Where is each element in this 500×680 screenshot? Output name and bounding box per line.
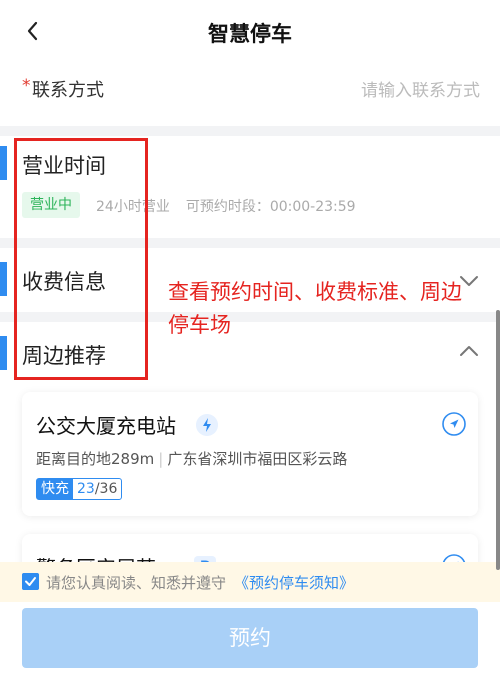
contact-row[interactable]: * 联系方式 请输入联系方式 bbox=[0, 64, 500, 126]
footer: 预约 bbox=[0, 602, 500, 680]
available-count: 23 bbox=[77, 481, 95, 497]
checkbox-checked-icon[interactable] bbox=[22, 573, 39, 590]
top-header: 智慧停车 bbox=[0, 0, 500, 64]
station-location: 广东省深圳市福田区彩云路 bbox=[167, 450, 348, 468]
scrollbar[interactable] bbox=[496, 310, 500, 570]
charger-availability: 快充 23/36 bbox=[36, 478, 123, 500]
total-count: /36 bbox=[94, 481, 118, 497]
section-accent-bar bbox=[0, 146, 7, 180]
agreement-text: 请您认真阅读、知悉并遵守 《预约停车须知》 bbox=[46, 572, 354, 593]
annotation-highlight-box bbox=[14, 138, 148, 380]
chevron-up-icon[interactable] bbox=[458, 344, 480, 358]
agreement-link[interactable]: 《预约停车须知》 bbox=[234, 574, 354, 592]
required-mark: * bbox=[22, 76, 31, 96]
section-accent-bar bbox=[0, 336, 7, 370]
reserve-button[interactable]: 预约 bbox=[22, 608, 478, 668]
contact-input[interactable]: 请输入联系方式 bbox=[361, 76, 480, 101]
page-title: 智慧停车 bbox=[208, 22, 292, 46]
navigate-icon[interactable] bbox=[442, 412, 466, 436]
annotation-text: 查看预约时间、收费标准、周边停车场 bbox=[168, 280, 462, 337]
agreement-label: 请您认真阅读、知悉并遵守 bbox=[46, 574, 227, 592]
lightning-icon bbox=[196, 414, 218, 436]
station-name: 公交大厦充电站 bbox=[36, 414, 176, 438]
agreement-bar: 请您认真阅读、知悉并遵守 《预约停车须知》 bbox=[0, 562, 500, 602]
nearby-card[interactable]: 公交大厦充电站 距离目的地289m | 广东省深圳市福田区彩云路 快充 23/36 bbox=[22, 392, 478, 516]
station-address: 距离目的地289m | 广东省深圳市福田区彩云路 bbox=[36, 450, 348, 468]
charge-type: 快充 bbox=[37, 479, 73, 499]
booking-window: 可预约时段：00:00-23:59 bbox=[185, 199, 356, 215]
contact-label: 联系方式 bbox=[32, 80, 104, 101]
station-distance: 距离目的地289m bbox=[36, 450, 155, 468]
section-accent-bar bbox=[0, 262, 7, 296]
